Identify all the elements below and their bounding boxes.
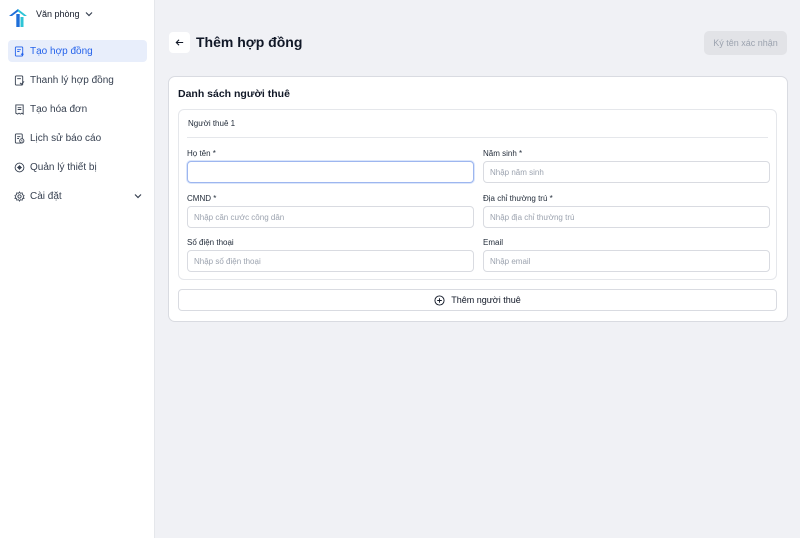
phone-input[interactable] (187, 250, 474, 272)
device-icon (14, 162, 25, 173)
phone-label: Số điện thoại (187, 238, 234, 247)
card-title: Danh sách người thuê (178, 88, 290, 100)
back-button[interactable] (169, 32, 190, 53)
add-tenant-button[interactable]: Thêm người thuê (178, 289, 777, 311)
sidebar-item-report-history[interactable]: Lịch sử báo cáo (8, 127, 147, 149)
sidebar-item-label: Lịch sử báo cáo (30, 132, 102, 144)
id-card-input[interactable] (187, 206, 474, 228)
sidebar-item-label: Cài đặt (30, 190, 62, 202)
invoice-icon (14, 103, 25, 115)
sidebar: Văn phòng Tạo hợp đồng Thanh lý hợp đồng… (0, 0, 155, 538)
birth-year-input[interactable] (483, 161, 770, 183)
sidebar-item-settings[interactable]: Cài đặt (8, 185, 147, 207)
id-card-label: CMND * (187, 194, 217, 203)
document-check-icon (14, 74, 25, 86)
workspace-name: Văn phòng (36, 9, 80, 19)
chevron-down-icon (134, 194, 142, 199)
sidebar-item-label: Quản lý thiết bị (30, 161, 97, 173)
address-input[interactable] (483, 206, 770, 228)
brand-logo[interactable] (8, 8, 28, 28)
house-logo-icon (9, 9, 27, 27)
sidebar-item-label: Tạo hợp đồng (30, 45, 93, 57)
sidebar-item-create-contract[interactable]: Tạo hợp đồng (8, 40, 147, 62)
email-label: Email (483, 238, 504, 247)
chevron-down-icon (85, 12, 92, 17)
add-tenant-label: Thêm người thuê (451, 295, 521, 305)
address-label: Địa chỉ thường trú * (483, 194, 553, 203)
email-input[interactable] (483, 250, 770, 272)
report-history-icon (14, 132, 25, 144)
full-name-input[interactable] (187, 161, 474, 183)
gear-icon (14, 190, 25, 202)
tenant-form: Người thuê 1 Họ tên * Năm sinh * CMND * … (178, 109, 777, 280)
page-title: Thêm hợp đồng (196, 34, 303, 50)
sidebar-item-create-invoice[interactable]: Tạo hóa đơn (8, 98, 147, 120)
sidebar-item-label: Thanh lý hợp đồng (30, 74, 114, 86)
sidebar-item-terminate-contract[interactable]: Thanh lý hợp đồng (8, 69, 147, 91)
plus-circle-icon (434, 294, 445, 306)
sign-confirm-button[interactable]: Ký tên xác nhận (704, 31, 787, 55)
workspace-switcher[interactable]: Văn phòng (36, 9, 94, 19)
arrow-left-icon (175, 39, 184, 46)
sidebar-item-label: Tạo hóa đơn (30, 103, 88, 115)
tenant-list-card: Danh sách người thuê Người thuê 1 Họ tên… (168, 76, 788, 322)
tenant-heading: Người thuê 1 (188, 119, 236, 128)
sidebar-nav: Tạo hợp đồng Thanh lý hợp đồng Tạo hóa đ… (8, 40, 147, 214)
sidebar-item-device-management[interactable]: Quản lý thiết bị (8, 156, 147, 178)
full-name-label: Họ tên * (187, 149, 216, 158)
birth-year-label: Năm sinh * (483, 149, 523, 158)
divider (187, 137, 768, 138)
document-add-icon (14, 45, 25, 57)
